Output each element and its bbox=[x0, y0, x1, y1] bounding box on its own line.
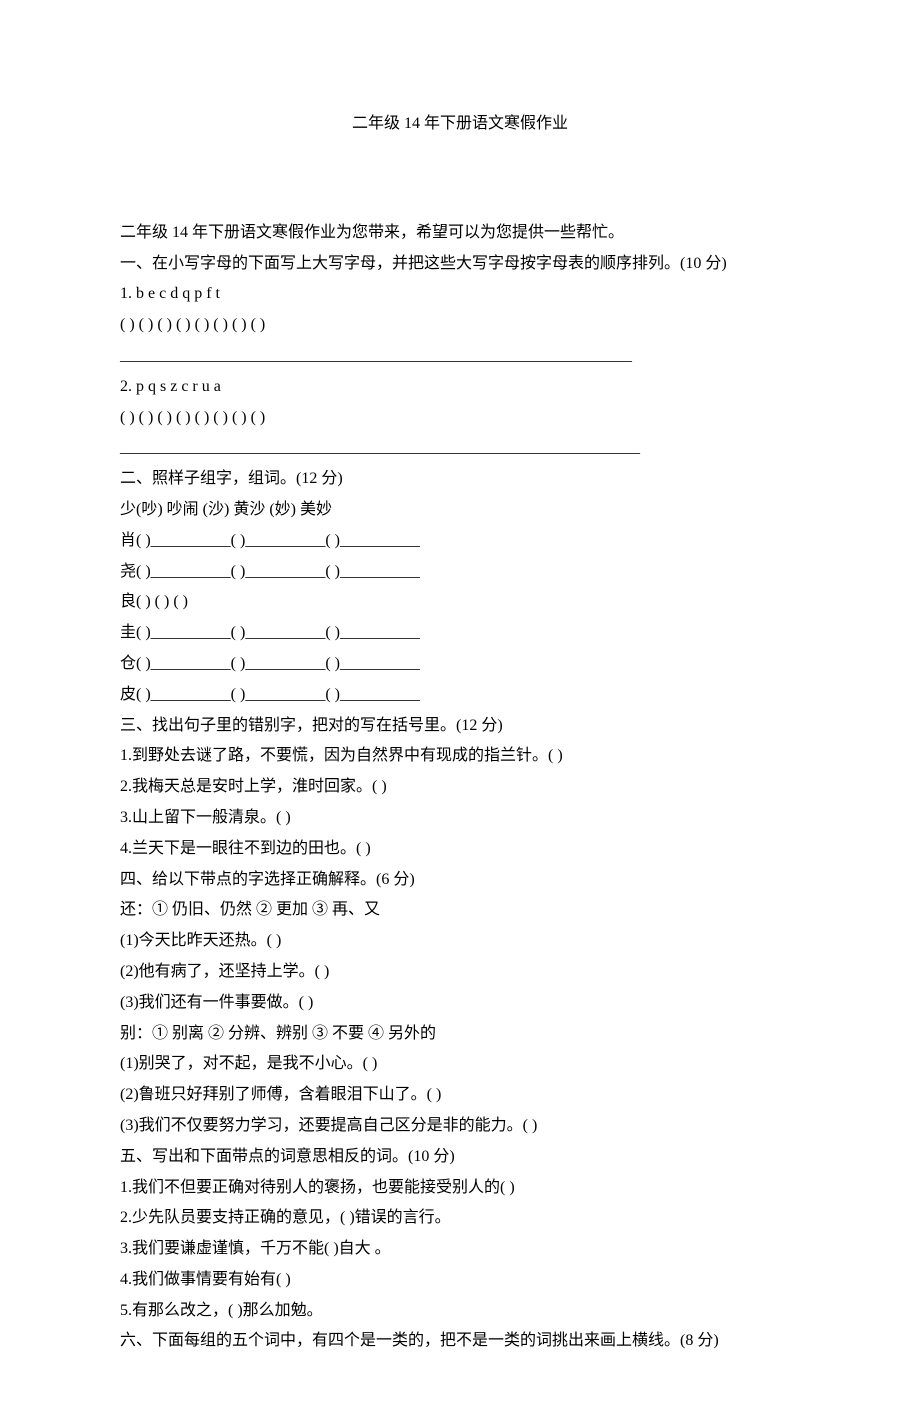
s4-hai-2: (2)他有病了，还坚持上学。( ) bbox=[120, 958, 800, 987]
s2-line-yao: 尧( )__________( )__________( )__________ bbox=[120, 558, 800, 587]
section2-heading: 二、照样子组字，组词。(12 分) bbox=[120, 465, 800, 494]
s1-q2-brackets: ( ) ( ) ( ) ( ) ( ) ( ) ( ) ( ) bbox=[120, 404, 800, 433]
s4-hai-def: 还：① 仍旧、仍然 ② 更加 ③ 再、又 bbox=[120, 896, 800, 925]
s1-q1-rule: ________________________________________… bbox=[120, 342, 800, 371]
s4-hai-1: (1)今天比昨天还热。( ) bbox=[120, 927, 800, 956]
section3-heading: 三、找出句子里的错别字，把对的写在括号里。(12 分) bbox=[120, 712, 800, 741]
s4-hai-3: (3)我们还有一件事要做。( ) bbox=[120, 989, 800, 1018]
s3-q1: 1.到野处去谜了路，不要慌，因为自然界中有现成的指兰针。( ) bbox=[120, 742, 800, 771]
s5-q1: 1.我们不但要正确对待别人的褒扬，也要能接受别人的( ) bbox=[120, 1174, 800, 1203]
s1-q2-rule: ________________________________________… bbox=[120, 434, 800, 463]
s5-q3: 3.我们要谦虚谨慎，千万不能( )自大 。 bbox=[120, 1235, 800, 1264]
page-title: 二年级 14 年下册语文寒假作业 bbox=[120, 110, 800, 139]
s2-line-pi: 皮( )__________( )__________( )__________ bbox=[120, 681, 800, 710]
s2-line-cang: 仓( )__________( )__________( )__________ bbox=[120, 650, 800, 679]
s1-q1-label: 1. b e c d q p f t bbox=[120, 280, 800, 309]
s2-line-gui: 圭( )__________( )__________( )__________ bbox=[120, 619, 800, 648]
s5-q2: 2.少先队员要支持正确的意见，( )错误的言行。 bbox=[120, 1204, 800, 1233]
section1-heading: 一、在小写字母的下面写上大写字母，并把这些大写字母按字母表的顺序排列。(10 分… bbox=[120, 250, 800, 279]
section5-heading: 五、写出和下面带点的词意思相反的词。(10 分) bbox=[120, 1143, 800, 1172]
section6-heading: 六、下面每组的五个词中，有四个是一类的，把不是一类的词挑出来画上横线。(8 分) bbox=[120, 1327, 800, 1356]
s3-q3: 3.山上留下一般清泉。( ) bbox=[120, 804, 800, 833]
s2-example: 少(吵) 吵闹 (沙) 黄沙 (妙) 美妙 bbox=[120, 496, 800, 525]
s4-bie-2: (2)鲁班只好拜别了师傅，含着眼泪下山了。( ) bbox=[120, 1081, 800, 1110]
s5-q5: 5.有那么改之，( )那么加勉。 bbox=[120, 1297, 800, 1326]
section4-heading: 四、给以下带点的字选择正确解释。(6 分) bbox=[120, 866, 800, 895]
intro-text: 二年级 14 年下册语文寒假作业为您带来，希望可以为您提供一些帮忙。 bbox=[120, 219, 800, 248]
s2-line-xiao: 肖( )__________( )__________( )__________ bbox=[120, 527, 800, 556]
s3-q4: 4.兰天下是一眼往不到边的田也。( ) bbox=[120, 835, 800, 864]
s5-q4: 4.我们做事情要有始有( ) bbox=[120, 1266, 800, 1295]
s1-q2-label: 2. p q s z c r u a bbox=[120, 373, 800, 402]
s1-q1-brackets: ( ) ( ) ( ) ( ) ( ) ( ) ( ) ( ) bbox=[120, 311, 800, 340]
s3-q2: 2.我梅天总是安时上学，淮时回家。( ) bbox=[120, 773, 800, 802]
s2-line-liang: 良( ) ( ) ( ) bbox=[120, 588, 800, 617]
s4-bie-1: (1)别哭了，对不起，是我不小心。( ) bbox=[120, 1050, 800, 1079]
s4-bie-def: 别：① 别离 ② 分辨、辨别 ③ 不要 ④ 另外的 bbox=[120, 1020, 800, 1049]
s4-bie-3: (3)我们不仅要努力学习，还要提高自己区分是非的能力。( ) bbox=[120, 1112, 800, 1141]
